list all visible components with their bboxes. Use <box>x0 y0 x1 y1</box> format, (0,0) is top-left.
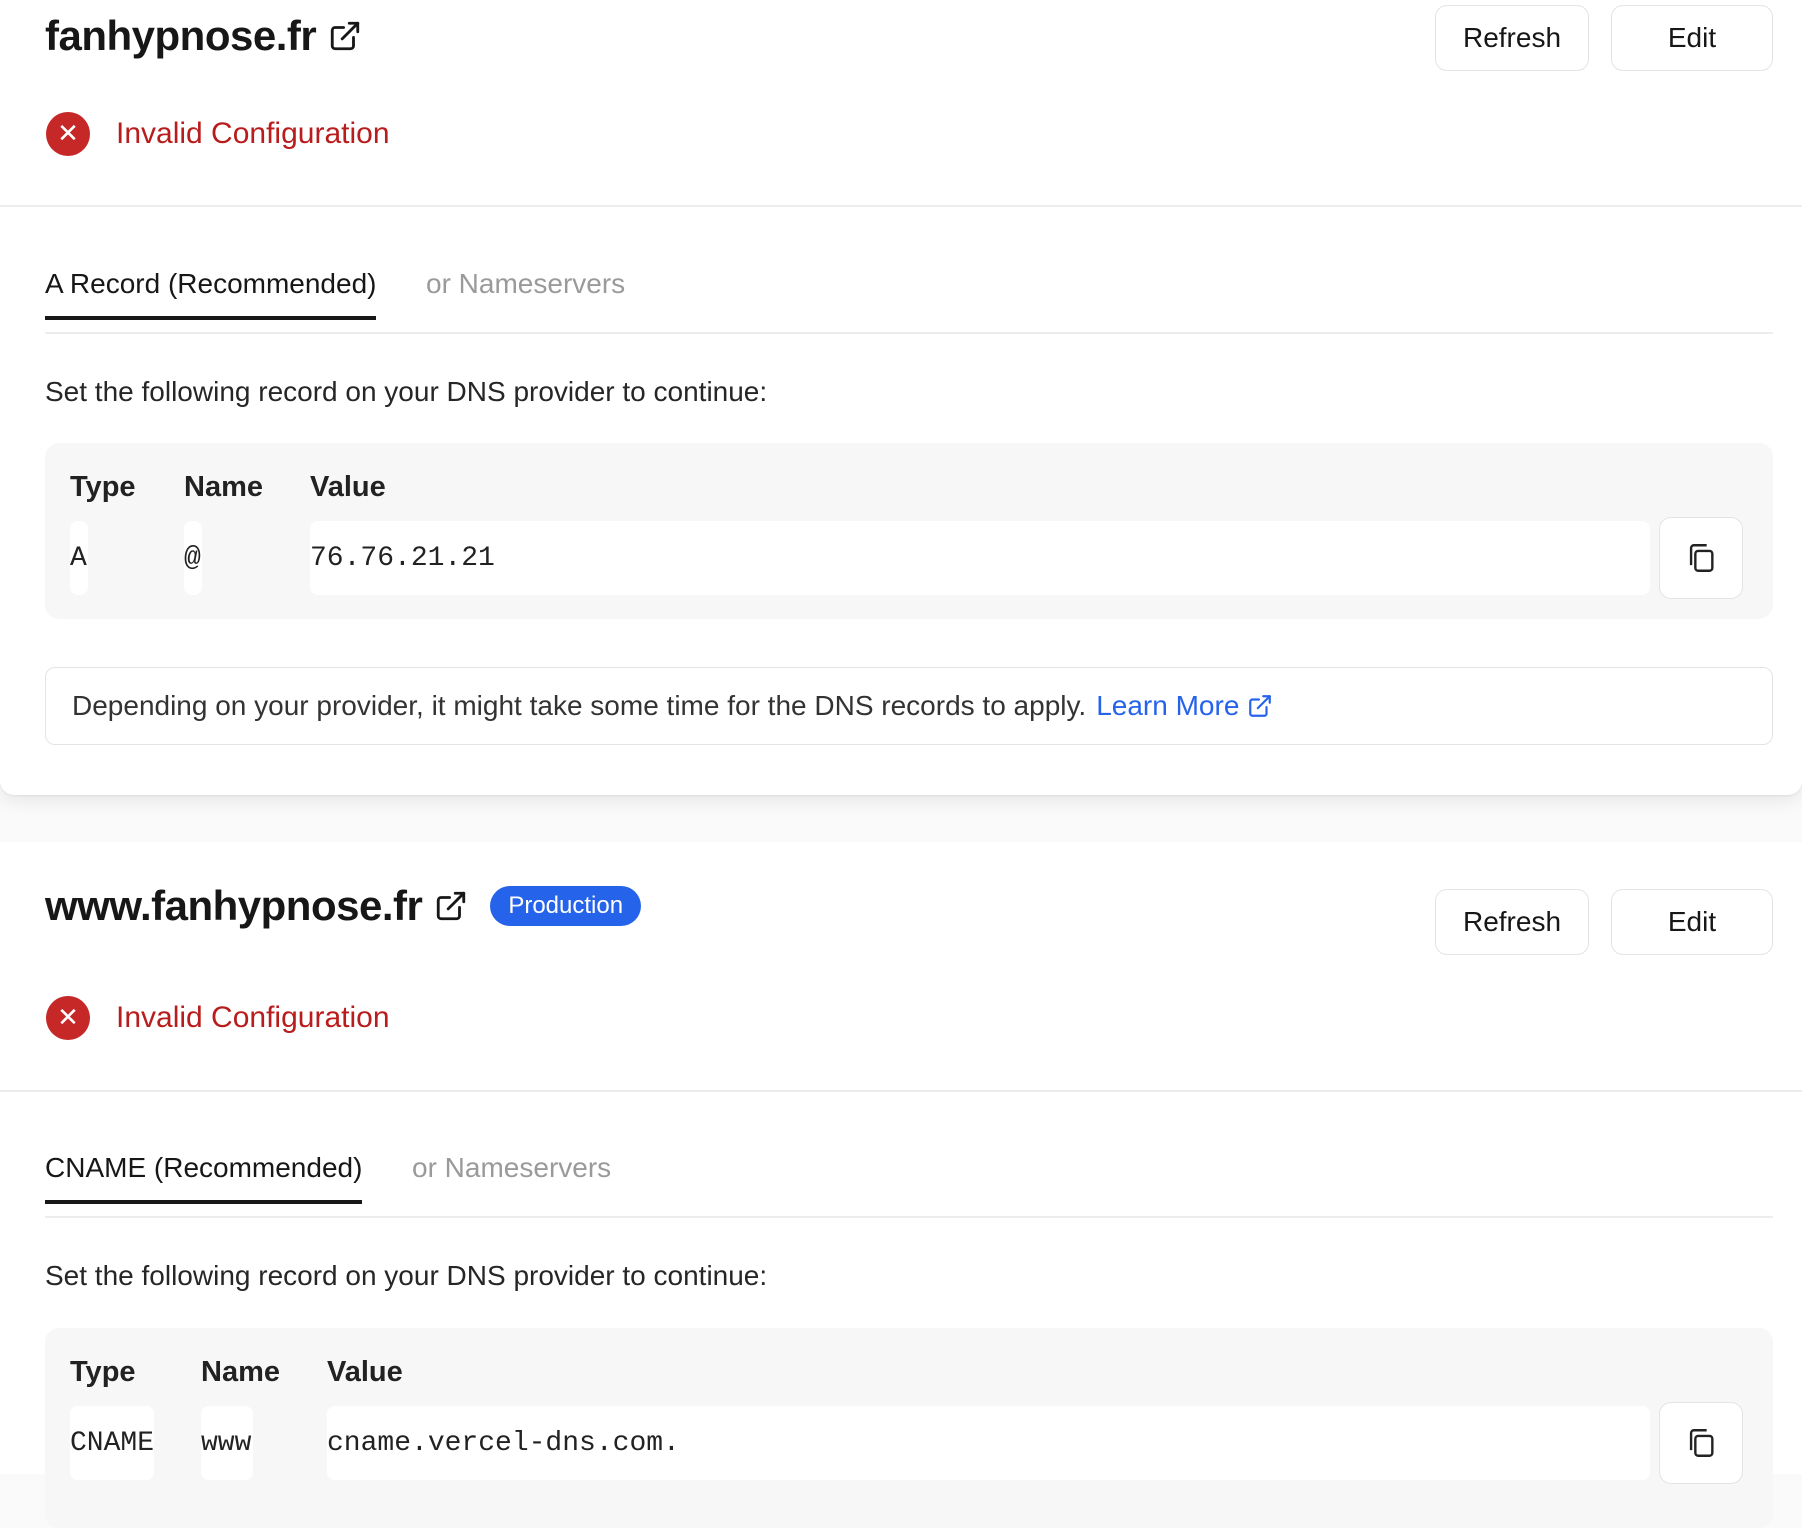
tab-nameservers[interactable]: or Nameservers <box>426 268 625 316</box>
header-type: Type <box>70 1356 136 1388</box>
record-type[interactable]: A <box>70 521 88 595</box>
refresh-button[interactable]: Refresh <box>1435 889 1589 955</box>
domain-name[interactable]: www.fanhypnose.fr <box>45 882 423 930</box>
header-type: Type <box>70 471 136 503</box>
edit-button[interactable]: Edit <box>1611 889 1773 955</box>
status-text: Invalid Configuration <box>116 117 390 150</box>
divider <box>0 1090 1802 1092</box>
tab-a-record[interactable]: A Record (Recommended) <box>45 268 377 320</box>
copy-icon <box>1689 1429 1714 1457</box>
record-value[interactable]: cname.vercel-dns.com. <box>327 1406 1650 1480</box>
domain-header: fanhypnose.fr <box>45 12 362 60</box>
status-text: Invalid Configuration <box>116 1001 390 1034</box>
instruction-text: Set the following record on your DNS pro… <box>45 1260 768 1291</box>
copy-button[interactable] <box>1659 1402 1743 1484</box>
edit-button[interactable]: Edit <box>1611 5 1773 71</box>
header-value: Value <box>310 471 386 503</box>
record-tabs: CNAME (Recommended) or Nameservers <box>45 1152 1773 1218</box>
header-name: Name <box>184 471 263 503</box>
error-x-icon: ✕ <box>46 996 90 1040</box>
header-value: Value <box>327 1356 403 1388</box>
error-x-icon: ✕ <box>46 112 90 156</box>
domain-card-www: www.fanhypnose.fr Production Refresh Edi… <box>0 842 1802 1528</box>
tab-nameservers[interactable]: or Nameservers <box>412 1152 611 1200</box>
copy-button[interactable] <box>1659 517 1743 599</box>
external-link-icon <box>1249 695 1272 717</box>
record-tabs: A Record (Recommended) or Nameservers <box>45 268 1773 334</box>
record-name[interactable]: @ <box>184 521 202 595</box>
dns-record: Type Name Value CNAME www cname.vercel-d… <box>45 1328 1773 1528</box>
instruction-text: Set the following record on your DNS pro… <box>45 376 768 407</box>
refresh-button[interactable]: Refresh <box>1435 5 1589 71</box>
config-status: ✕ Invalid Configuration <box>46 996 390 1040</box>
record-value[interactable]: 76.76.21.21 <box>310 521 1650 595</box>
divider <box>0 205 1802 207</box>
header-name: Name <box>201 1356 280 1388</box>
domain-card-apex: fanhypnose.fr Refresh Edit ✕ Invalid Con… <box>0 0 1802 795</box>
external-link-icon[interactable] <box>434 889 468 923</box>
note-text: Depending on your provider, it might tak… <box>72 690 1087 721</box>
record-type[interactable]: CNAME <box>70 1406 154 1480</box>
copy-icon <box>1689 544 1714 572</box>
dns-record: Type Name Value A @ 76.76.21.21 <box>45 443 1773 619</box>
record-name[interactable]: www <box>201 1406 253 1480</box>
config-status: ✕ Invalid Configuration <box>46 112 390 156</box>
domain-name[interactable]: fanhypnose.fr <box>45 12 317 60</box>
tab-cname[interactable]: CNAME (Recommended) <box>45 1152 363 1204</box>
dns-propagation-note: Depending on your provider, it might tak… <box>45 667 1773 745</box>
learn-more-link[interactable]: Learn More <box>1096 690 1273 722</box>
domain-header: www.fanhypnose.fr Production <box>45 882 642 930</box>
production-badge: Production <box>490 886 642 926</box>
external-link-icon[interactable] <box>328 19 362 53</box>
learn-more-label: Learn More <box>1096 690 1240 721</box>
